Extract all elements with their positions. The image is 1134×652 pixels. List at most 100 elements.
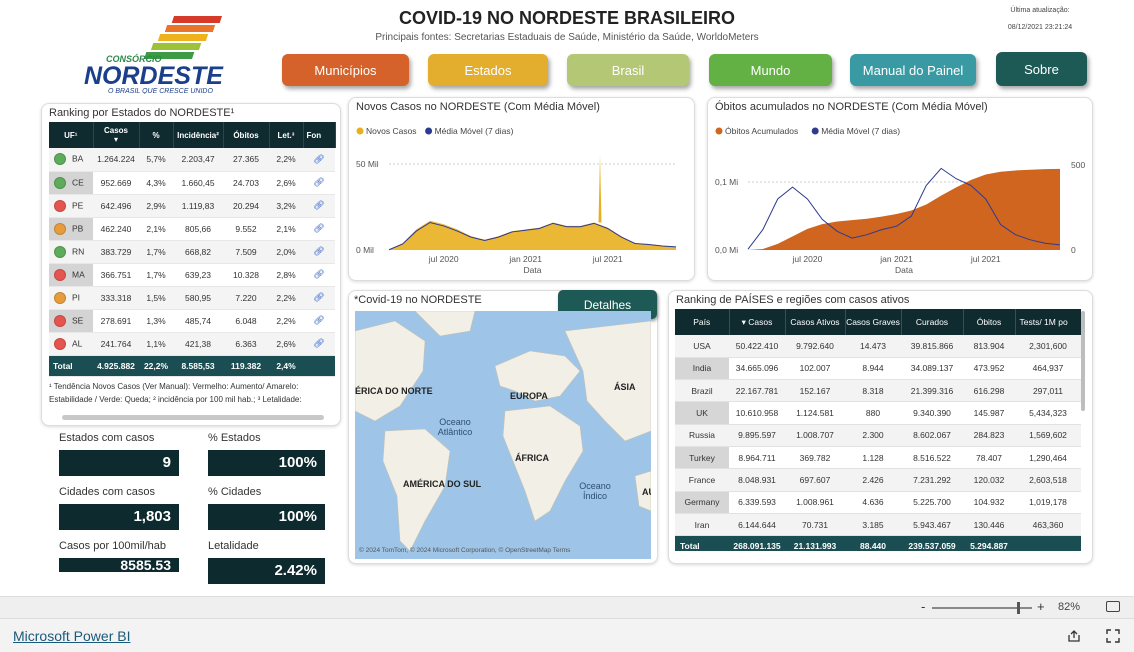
state-fonte-cell[interactable]: 🔗︎ xyxy=(303,148,335,172)
consorcio-nordeste-logo: CONSÓRCIO NORDESTE O BRASIL QUE CRESCE U… xyxy=(84,16,224,94)
ct-col-graves[interactable]: Casos Graves xyxy=(845,309,902,335)
col-uf[interactable]: UF¹ xyxy=(49,122,94,148)
zoom-slider-thumb[interactable] xyxy=(1016,602,1020,614)
power-bi-link[interactable]: Microsoft Power BI xyxy=(13,628,130,644)
trend-indicator-icon xyxy=(54,153,66,166)
link-icon[interactable]: 🔗︎ xyxy=(313,200,324,210)
state-incidencia-cell: 421,38 xyxy=(173,332,223,356)
country-row[interactable]: India 34.665.096 102.007 8.944 34.089.137 473… xyxy=(675,357,1081,381)
state-row[interactable]: PB 462.240 2,1% 805,66 9.552 2,1% 🔗︎ xyxy=(49,217,335,241)
nav-estados-button[interactable]: Estados xyxy=(428,54,548,86)
nav-brasil-button[interactable]: Brasil xyxy=(567,54,689,86)
trend-indicator-icon xyxy=(54,245,66,258)
legend-label[interactable]: Novos Casos xyxy=(366,126,417,136)
page-title: COVID-19 NO NORDESTE BRASILEIRO xyxy=(398,8,736,28)
link-icon[interactable]: 🔗︎ xyxy=(313,269,324,279)
zoom-out-button[interactable]: - xyxy=(921,599,925,614)
ct-col-pais[interactable]: País xyxy=(675,309,730,335)
link-icon[interactable]: 🔗︎ xyxy=(313,338,324,348)
country-row[interactable]: Germany 6.339.593 1.008.961 4.636 5.225.700 1… xyxy=(675,491,1081,514)
state-row[interactable]: CE 952.669 4,3% 1.660,45 24.703 2,6% 🔗︎ xyxy=(49,171,335,195)
legend-label[interactable]: Média Móvel (7 dias) xyxy=(821,126,900,136)
zoom-in-button[interactable]: + xyxy=(1037,599,1045,614)
country-row[interactable]: France 8.048.931 697.607 2.426 7.231.292 120.… xyxy=(675,468,1081,492)
country-row[interactable]: USA 50.422.410 9.792.640 14.473 39.815.866 81… xyxy=(675,335,1081,358)
obitos-acumulados-area[interactable] xyxy=(748,168,1060,250)
state-fonte-cell[interactable]: 🔗︎ xyxy=(303,171,335,195)
state-row[interactable]: SE 278.691 1,3% 485,74 6.048 2,2% 🔗︎ xyxy=(49,309,335,333)
state-row[interactable]: BA 1.264.224 5,7% 2.203,47 27.365 2,2% 🔗︎ xyxy=(49,148,335,172)
world-map[interactable]: ÉRICA DO NORTE EUROPA ÁSIA ÁFRICA AMÉRIC… xyxy=(355,311,651,559)
col-incidencia[interactable]: Incidência² xyxy=(173,122,224,148)
share-icon[interactable] xyxy=(1067,629,1081,643)
map-label-asia: ÁSIA xyxy=(614,382,636,392)
col-obitos[interactable]: Óbitos xyxy=(223,122,270,148)
obitos-chart[interactable]: Óbitos Acumulados Média Móvel (7 dias) 0,1… xyxy=(708,98,1093,281)
novos-casos-area[interactable] xyxy=(389,220,676,250)
fit-to-page-icon[interactable] xyxy=(1106,601,1120,612)
col-letalidade[interactable]: Let.³ xyxy=(269,122,304,148)
country-row[interactable]: Iran 6.144.644 70.731 3.185 5.943.467 130.446… xyxy=(675,513,1081,537)
novos-casos-peak[interactable] xyxy=(598,155,602,223)
country-graves-cell: 2.300 xyxy=(845,424,901,447)
ct-col-obitos[interactable]: Óbitos xyxy=(963,309,1016,335)
col-fonte[interactable]: Fon xyxy=(303,122,336,148)
state-fonte-cell[interactable]: 🔗︎ xyxy=(303,332,335,356)
state-fonte-cell[interactable]: 🔗︎ xyxy=(303,263,335,287)
country-row[interactable]: Russia 9.895.597 1.008.707 2.300 8.602.067 28… xyxy=(675,424,1081,447)
kpi-pct-cidades-value: 100% xyxy=(208,504,325,530)
state-fonte-cell[interactable]: 🔗︎ xyxy=(303,194,335,218)
state-fonte-cell[interactable]: 🔗︎ xyxy=(303,217,335,241)
link-icon[interactable]: 🔗︎ xyxy=(313,246,324,256)
total-obitos: 119.382 xyxy=(223,355,269,377)
link-icon[interactable]: 🔗︎ xyxy=(313,315,324,325)
state-casos-cell: 1.264.224 xyxy=(93,148,139,172)
country-row[interactable]: Brazil 22.167.781 152.167 8.318 21.399.316 61… xyxy=(675,379,1081,403)
countries-vertical-scrollbar[interactable] xyxy=(1081,311,1085,411)
legend-label[interactable]: Óbitos Acumulados xyxy=(725,126,798,136)
state-let-cell: 2,2% xyxy=(269,286,303,310)
country-row[interactable]: UK 10.610.958 1.124.581 880 9.340.390 145.987… xyxy=(675,401,1081,425)
state-pct-cell: 2,1% xyxy=(139,217,173,241)
ct-col-casos[interactable]: ▾ Casos xyxy=(729,309,786,335)
nav-sobre-button[interactable]: Sobre xyxy=(996,52,1087,86)
novos-casos-chart[interactable]: Novos Casos Média Móvel (7 dias) 50 Mil 0 M… xyxy=(349,98,695,281)
state-row[interactable]: PI 333.318 1,5% 580,95 7.220 2,2% 🔗︎ xyxy=(49,286,335,310)
link-icon[interactable]: 🔗︎ xyxy=(313,154,324,164)
nav-municipios-button[interactable]: Municípios xyxy=(282,54,409,86)
ct-col-tests[interactable]: Tests/ 1M po xyxy=(1015,309,1081,335)
state-row[interactable]: AL 241.764 1,1% 421,38 6.363 2,6% 🔗︎ xyxy=(49,332,335,356)
state-uf-cell: PB xyxy=(49,217,93,241)
state-incidencia-cell: 580,95 xyxy=(173,286,223,310)
state-row[interactable]: RN 383.729 1,7% 668,82 7.509 2,0% 🔗︎ xyxy=(49,240,335,264)
ct-col-curados[interactable]: Curados xyxy=(901,309,964,335)
trend-indicator-icon xyxy=(54,199,66,212)
state-fonte-cell[interactable]: 🔗︎ xyxy=(303,286,335,310)
link-icon[interactable]: 🔗︎ xyxy=(313,292,324,302)
state-casos-cell: 642.496 xyxy=(93,194,139,218)
link-icon[interactable]: 🔗︎ xyxy=(313,177,324,187)
country-graves-cell: 880 xyxy=(845,401,901,425)
state-fonte-cell[interactable]: 🔗︎ xyxy=(303,309,335,333)
nav-manual-button[interactable]: Manual do Painel xyxy=(850,54,976,86)
state-row[interactable]: PE 642.496 2,9% 1.119,83 20.294 3,2% 🔗︎ xyxy=(49,194,335,218)
legend-label[interactable]: Média Móvel (7 dias) xyxy=(435,126,514,136)
country-obitos-cell: 120.032 xyxy=(963,468,1015,492)
col-casos[interactable]: Casos ▾ xyxy=(93,122,140,148)
ct-col-ativos[interactable]: Casos Ativos xyxy=(785,309,846,335)
link-icon[interactable]: 🔗︎ xyxy=(313,223,324,233)
country-ativos-cell: 369.782 xyxy=(785,446,845,470)
col-pct[interactable]: % xyxy=(139,122,174,148)
states-horizontal-scrollbar[interactable] xyxy=(62,415,324,420)
country-name-cell: Germany xyxy=(675,491,729,514)
country-row[interactable]: Turkey 8.964.711 369.782 1.128 8.516.522 78.4… xyxy=(675,446,1081,470)
state-let-cell: 2,2% xyxy=(269,309,303,333)
countries-table-scroll[interactable]: País ▾ Casos Casos Ativos Casos Graves C… xyxy=(675,309,1081,551)
nav-mundo-button[interactable]: Mundo xyxy=(709,54,832,86)
state-fonte-cell[interactable]: 🔗︎ xyxy=(303,240,335,264)
map-copyright[interactable]: © 2024 TomTom, © 2024 Microsoft Corporat… xyxy=(359,547,570,554)
fullscreen-icon[interactable] xyxy=(1106,629,1120,643)
state-row[interactable]: MA 366.751 1,7% 639,23 10.328 2,8% 🔗︎ xyxy=(49,263,335,287)
state-let-cell: 2,2% xyxy=(269,148,303,172)
state-pct-cell: 4,3% xyxy=(139,171,173,195)
